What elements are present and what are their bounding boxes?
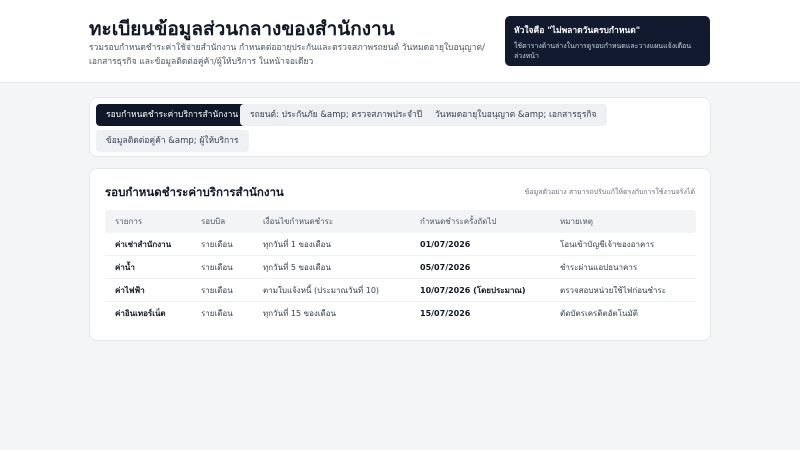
cell-item: ค่าน้ำ (115, 263, 135, 272)
table-row: ค่าอินเทอร์เน็ต รายเดือน ทุกวันที่ 15 ขอ… (105, 302, 696, 325)
cell-item: ค่าอินเทอร์เน็ต (115, 309, 166, 318)
page-title: ทะเบียนข้อมูลส่วนกลางของสำนักงาน (89, 18, 395, 40)
callout-text: ใช้ตารางด้านล่างในการดูรอบกำหนดและวางแผน… (514, 42, 692, 60)
cell-note: ตรวจสอบหน่วยใช้ไฟก่อนชำระ (560, 286, 667, 295)
cell-cycle: รายเดือน (201, 286, 233, 295)
cell-cycle: รายเดือน (201, 263, 233, 272)
cell-terms: ทุกวันที่ 5 ของเดือน (263, 263, 331, 272)
cell-cycle: รายเดือน (201, 240, 233, 249)
table-header-row: รายการ รอบบิล เงื่อนไขกำหนดชำระ กำหนดชำร… (105, 210, 696, 233)
tab-vehicle-insurance[interactable]: รถยนต์: ประกันภัย &amp; ตรวจสภาพประจำปี (240, 104, 433, 126)
cell-cycle: รายเดือน (201, 309, 233, 318)
tab-vendor-contacts[interactable]: ข้อมูลติดต่อคู่ค้า &amp; ผู้ให้บริการ (96, 130, 249, 152)
table-row: ค่าน้ำ รายเดือน ทุกวันที่ 5 ของเดือน 05/… (105, 256, 696, 279)
table-title: รอบกำหนดชำระค่าบริการสำนักงาน (105, 185, 284, 199)
table-row: ค่าเช่าสำนักงาน รายเดือน ทุกวันที่ 1 ของ… (105, 233, 696, 256)
column-header-cycle: รอบบิล (201, 217, 226, 226)
cell-next-due: 05/07/2026 (420, 263, 471, 272)
cell-item: ค่าไฟฟ้า (115, 286, 145, 295)
page-subtitle: รวมรอบกำหนดชำระค่าใช้จ่ายสำนักงาน กำหนดต… (89, 43, 485, 67)
cell-terms: ตามใบแจ้งหนี้ (ประมาณวันที่ 10) (263, 286, 380, 295)
column-header-note: หมายเหตุ (560, 217, 593, 226)
column-header-terms: เงื่อนไขกำหนดชำระ (263, 217, 334, 226)
table-row: ค่าไฟฟ้า รายเดือน ตามใบแจ้งหนี้ (ประมาณว… (105, 279, 696, 302)
cell-note: ชำระผ่านแอปธนาคาร (560, 263, 638, 272)
column-header-item: รายการ (115, 217, 143, 226)
tab-license-expiry[interactable]: วันหมดอายุใบอนุญาต &amp; เอกสารธุรกิจ (425, 104, 607, 126)
cell-note: โอนเข้าบัญชีเจ้าของอาคาร (560, 240, 655, 249)
callout-title: หัวใจคือ "ไม่พลาดวันครบกำหนด" (514, 26, 641, 36)
callout-box: หัวใจคือ "ไม่พลาดวันครบกำหนด" ใช้ตารางด้… (505, 16, 710, 66)
table-note: ข้อมูลตัวอย่าง สามารถปรับแก้ให้ตรงกับการ… (524, 188, 695, 196)
cell-next-due: 01/07/2026 (420, 240, 471, 249)
cell-next-due: 15/07/2026 (420, 309, 471, 318)
cell-next-due: 10/07/2026 (โดยประมาณ) (420, 286, 526, 295)
payment-schedule-card: รอบกำหนดชำระค่าบริการสำนักงาน ข้อมูลตัวอ… (89, 168, 711, 341)
column-header-next-due: กำหนดชำระครั้งถัดไป (420, 217, 497, 226)
tab-office-payments[interactable]: รอบกำหนดชำระค่าบริการสำนักงาน (96, 104, 249, 126)
cell-item: ค่าเช่าสำนักงาน (115, 240, 172, 249)
cell-terms: ทุกวันที่ 1 ของเดือน (263, 240, 331, 249)
cell-note: ตัดบัตรเครดิตอัตโนมัติ (560, 309, 638, 318)
tab-bar: รอบกำหนดชำระค่าบริการสำนักงาน รถยนต์: ปร… (89, 97, 711, 157)
cell-terms: ทุกวันที่ 15 ของเดือน (263, 309, 336, 318)
page-header: ทะเบียนข้อมูลส่วนกลางของสำนักงาน รวมรอบก… (0, 0, 800, 83)
